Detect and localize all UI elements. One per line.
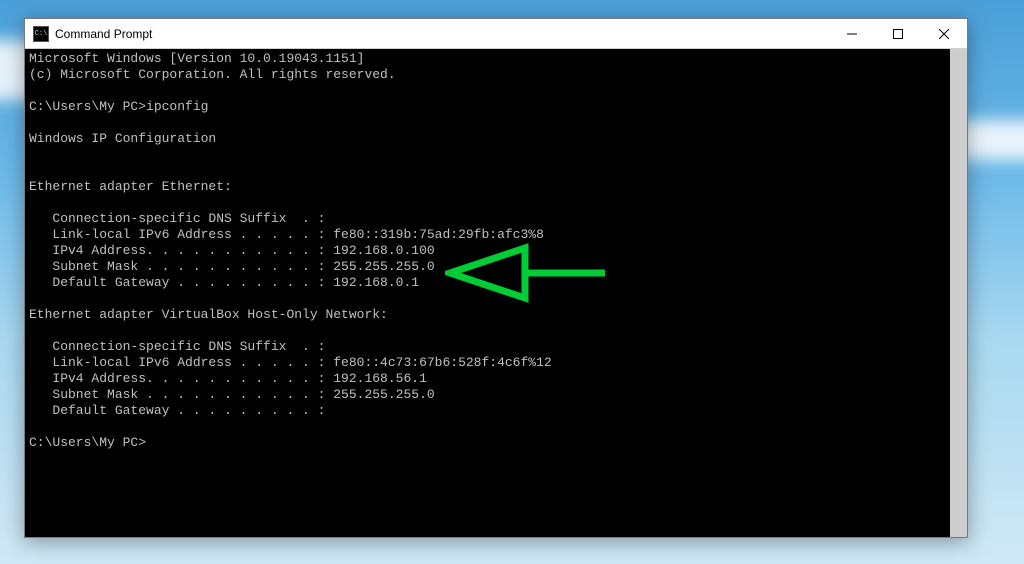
command-prompt-window: Command Prompt Microsoft Windows [Versio… bbox=[24, 18, 968, 538]
window-titlebar[interactable]: Command Prompt bbox=[25, 19, 967, 49]
window-buttons bbox=[829, 19, 967, 48]
cmd-icon bbox=[33, 26, 49, 42]
maximize-button[interactable] bbox=[875, 19, 921, 48]
minimize-button[interactable] bbox=[829, 19, 875, 48]
vertical-scrollbar[interactable] bbox=[950, 49, 967, 537]
window-title: Command Prompt bbox=[55, 27, 829, 41]
terminal-container: Microsoft Windows [Version 10.0.19043.11… bbox=[25, 49, 967, 537]
scrollbar-thumb[interactable] bbox=[950, 49, 967, 537]
terminal-output[interactable]: Microsoft Windows [Version 10.0.19043.11… bbox=[25, 49, 950, 537]
close-button[interactable] bbox=[921, 19, 967, 48]
